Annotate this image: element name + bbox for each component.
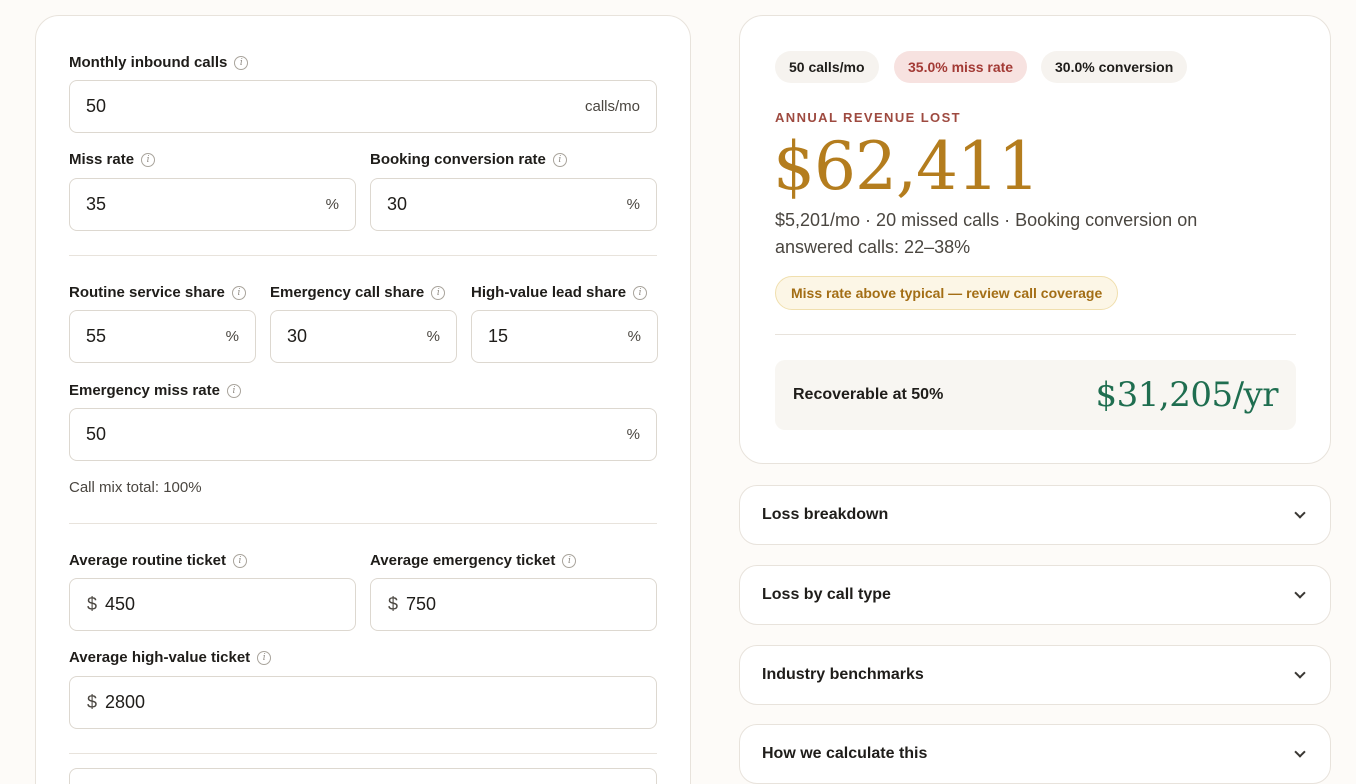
info-icon[interactable]: i	[234, 55, 249, 70]
info-icon[interactable]: i	[562, 553, 577, 568]
avg-high-value-ticket-input[interactable]: $ 2800	[69, 676, 657, 729]
next-section-box	[69, 768, 657, 784]
miss-rate-warning-badge: Miss rate above typical — review call co…	[775, 276, 1119, 310]
monthly-calls-label: Monthly inbound calls i	[69, 54, 249, 71]
accordion-loss-breakdown[interactable]: Loss breakdown	[739, 485, 1331, 545]
info-icon[interactable]: i	[226, 383, 241, 398]
info-icon[interactable]: i	[141, 152, 156, 167]
miss-rate-label: Miss rate i	[69, 151, 156, 168]
info-icon[interactable]: i	[231, 285, 246, 300]
avg-emergency-ticket-label: Average emergency ticket i	[370, 552, 577, 569]
chevron-down-icon	[1294, 667, 1306, 679]
booking-conversion-input[interactable]: 30 %	[370, 178, 657, 231]
results-divider	[775, 334, 1296, 335]
calculator-inputs-card: Monthly inbound calls i 50 calls/mo Miss…	[35, 15, 691, 784]
booking-conversion-label: Booking conversion rate i	[370, 151, 567, 168]
info-icon[interactable]: i	[233, 553, 247, 568]
info-icon[interactable]: i	[633, 285, 648, 300]
results-card: 50 calls/mo 35.0% miss rate 30.0% conver…	[739, 15, 1331, 464]
high-value-share-label: High-value lead share i	[471, 284, 648, 301]
calls-chip: 50 calls/mo	[775, 51, 879, 83]
recoverable-value: $31,205/yr	[1095, 375, 1278, 415]
routine-share-label: Routine service share i	[69, 284, 246, 301]
miss-rate-chip: 35.0% miss rate	[894, 51, 1028, 83]
emergency-share-input[interactable]: 30 %	[270, 310, 457, 363]
monthly-calls-input[interactable]: 50 calls/mo	[69, 80, 657, 133]
avg-routine-ticket-label: Average routine ticket i	[69, 552, 247, 569]
recoverable-panel: Recoverable at 50% $31,205/yr	[775, 360, 1296, 430]
conversion-chip: 30.0% conversion	[1041, 51, 1188, 83]
accordion-how-we-calculate[interactable]: How we calculate this	[739, 724, 1331, 784]
section-divider	[69, 523, 657, 524]
avg-high-value-ticket-label: Average high-value ticket i	[69, 649, 272, 666]
info-icon[interactable]: i	[552, 152, 567, 167]
accordion-loss-by-call-type[interactable]: Loss by call type	[739, 565, 1331, 625]
info-icon[interactable]: i	[431, 285, 446, 300]
miss-rate-input[interactable]: 35 %	[69, 178, 356, 231]
annual-revenue-lost-kicker: ANNUAL REVENUE LOST	[775, 110, 961, 125]
section-divider	[69, 255, 657, 256]
call-mix-total: Call mix total: 100%	[69, 479, 202, 496]
chevron-down-icon	[1294, 746, 1306, 758]
accordion-industry-benchmarks[interactable]: Industry benchmarks	[739, 645, 1331, 705]
emergency-miss-rate-input[interactable]: 50 %	[69, 408, 657, 461]
emergency-share-label: Emergency call share i	[270, 284, 446, 301]
info-icon[interactable]: i	[257, 650, 272, 665]
avg-emergency-ticket-input[interactable]: $ 750	[370, 578, 657, 631]
chevron-down-icon	[1294, 507, 1306, 519]
loss-summary: $5,201/mo · 20 missed calls · Booking co…	[775, 210, 1198, 257]
routine-share-input[interactable]: 55 %	[69, 310, 256, 363]
recoverable-label: Recoverable at 50%	[793, 386, 944, 403]
avg-routine-ticket-input[interactable]: $ 450	[69, 578, 356, 631]
high-value-share-input[interactable]: 15 %	[471, 310, 658, 363]
emergency-miss-rate-label: Emergency miss rate i	[69, 382, 241, 399]
chevron-down-icon	[1294, 587, 1306, 599]
annual-loss-value: $62,411	[773, 128, 1040, 205]
section-divider	[69, 753, 657, 754]
